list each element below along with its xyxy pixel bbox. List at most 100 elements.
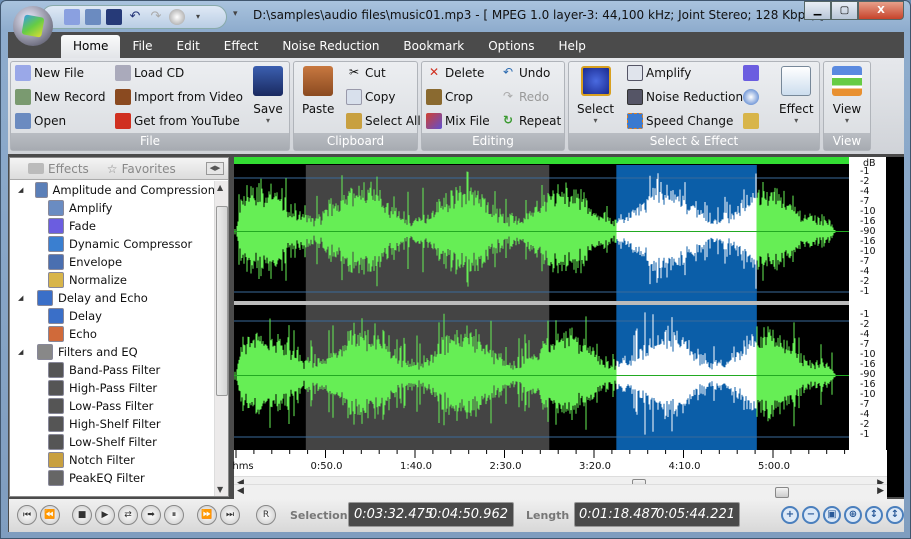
tab-bookmark[interactable]: Bookmark (391, 35, 476, 59)
tree-item[interactable]: Dynamic Compressor (10, 235, 215, 253)
tree-item[interactable]: Envelope (10, 253, 215, 271)
transport-button[interactable]: ⏩ (197, 505, 217, 525)
qat-dropdown-icon[interactable]: ▾ (190, 9, 206, 25)
maximize-button[interactable]: ▢ (831, 1, 858, 20)
tab-options[interactable]: Options (476, 35, 546, 59)
repeat-button[interactable]: ↻ Repeat (500, 112, 561, 130)
cut-button[interactable]: ✂ Cut (346, 64, 421, 82)
transport-button[interactable]: ⏸ (164, 505, 184, 525)
collapse-icon[interactable]: ◢ (18, 348, 27, 356)
tree-item[interactable]: Low-Shelf Filter (10, 433, 215, 451)
transport-button[interactable]: ▶ (95, 505, 115, 525)
select-all-button[interactable]: Select All (346, 112, 421, 130)
fade-button[interactable] (743, 64, 762, 82)
mix-file-button[interactable]: Mix File (426, 112, 490, 130)
select-button[interactable]: Select ▾ (577, 66, 614, 125)
noise-reduction-button[interactable]: Noise Reduction (627, 88, 743, 106)
scroll-up-icon[interactable]: ▲ (217, 183, 223, 192)
new-file-icon[interactable] (64, 9, 80, 25)
tab-noise-reduction[interactable]: Noise Reduction (270, 35, 391, 59)
crop-button[interactable]: Crop (426, 88, 490, 106)
transport-button[interactable]: ⇄ (118, 505, 138, 525)
tree-item[interactable]: High-Pass Filter (10, 379, 215, 397)
zoom-button[interactable]: − (802, 506, 820, 524)
effects-tab[interactable]: Effects (28, 162, 89, 176)
tree-item[interactable]: Low-Pass Filter (10, 397, 215, 415)
scroll-down-icon[interactable]: ▼ (217, 485, 223, 494)
delete-button[interactable]: ✕ Delete (426, 64, 490, 82)
tab-home[interactable]: Home (61, 35, 121, 59)
zoom-button[interactable]: ⊕ (844, 506, 862, 524)
transport-button[interactable]: ⏮ (17, 505, 37, 525)
customize-icon[interactable]: ▾ (233, 9, 238, 19)
import-video-button[interactable]: Import from Video (115, 88, 243, 106)
tree-category[interactable]: ◢ Delay and Echo (10, 289, 215, 307)
get-youtube-button[interactable]: Get from YouTube (115, 112, 243, 130)
transport-button[interactable]: ⏭ (220, 505, 240, 525)
app-menu-button[interactable] (13, 6, 53, 46)
effect-button[interactable]: Effect ▾ (779, 66, 814, 125)
zoom-scrollbar[interactable]: ◀ ▶ (234, 484, 887, 499)
paste-button[interactable]: Paste (302, 66, 334, 116)
amplify-button[interactable]: Amplify (627, 64, 743, 82)
transport-button[interactable]: ⏪ (40, 505, 60, 525)
tree-item[interactable]: Fade (10, 217, 215, 235)
tab-effect[interactable]: Effect (212, 35, 271, 59)
open-button[interactable]: Open (15, 112, 105, 130)
scroll-thumb[interactable] (216, 206, 228, 396)
tree-category[interactable]: ◢ Filters and EQ (10, 343, 215, 361)
length-display[interactable]: 0:01:18.487 0:05:44.221 (574, 502, 740, 527)
save-icon[interactable] (106, 9, 122, 25)
cd-icon[interactable] (169, 9, 185, 25)
zoom-button[interactable]: ▣ (823, 506, 841, 524)
tab-help[interactable]: Help (547, 35, 598, 59)
scroll-left-icon[interactable]: ◀ (237, 486, 244, 496)
normalize-button[interactable] (743, 112, 762, 130)
zoom-button[interactable]: + (781, 506, 799, 524)
tree-item[interactable]: PeakEQ Filter (10, 469, 215, 487)
tree-item[interactable]: Band-Pass Filter (10, 361, 215, 379)
tree-item[interactable]: High-Shelf Filter (10, 415, 215, 433)
tab-edit[interactable]: Edit (165, 35, 212, 59)
selection-display[interactable]: 0:03:32.475 0:04:50.962 (348, 502, 514, 527)
copy-button[interactable]: Copy (346, 88, 421, 106)
open-icon[interactable] (85, 9, 101, 25)
waveform-area[interactable] (234, 157, 904, 497)
tab-file[interactable]: File (120, 35, 164, 59)
favorites-tab[interactable]: ☆ Favorites (107, 162, 176, 176)
transport-button[interactable]: R (256, 505, 276, 525)
undo-icon[interactable]: ↶ (127, 9, 143, 25)
load-cd-button[interactable]: Load CD (115, 64, 243, 82)
zoom-button[interactable]: ↕ (865, 506, 883, 524)
tree-scrollbar[interactable]: ▲ ▼ (214, 181, 228, 496)
tree-category[interactable]: ◢ Amplitude and Compression (10, 181, 215, 199)
collapse-icon[interactable]: ◢ (18, 186, 25, 194)
panel-nav-button[interactable]: ◀▶ (206, 162, 224, 175)
redo-button[interactable]: ↷ Redo (500, 88, 561, 106)
tree-item[interactable]: Echo (10, 325, 215, 343)
save-button[interactable]: Save ▾ (253, 66, 283, 125)
collapse-icon[interactable]: ◢ (18, 294, 27, 302)
scroll-right-icon[interactable]: ▶ (877, 486, 884, 496)
transport-button[interactable]: ■ (72, 505, 92, 525)
undo-button[interactable]: ↶ Undo (500, 64, 561, 82)
close-button[interactable]: X (858, 1, 904, 20)
zoom-button[interactable]: ↕ (886, 506, 904, 524)
new-file-button[interactable]: New File (15, 64, 105, 82)
new-record-button[interactable]: New Record (15, 88, 105, 106)
ribbon: New File New Record Open Load CD Import … (8, 58, 904, 154)
scroll-thumb[interactable] (775, 487, 789, 498)
view-button[interactable]: View ▾ (832, 66, 862, 125)
tree-item[interactable]: Normalize (10, 271, 215, 289)
delay-button[interactable] (743, 88, 762, 106)
minimize-button[interactable]: ▁ (804, 1, 831, 20)
effect-icon (48, 416, 64, 432)
quick-access-toolbar: ↶ ↷ ▾ (41, 5, 227, 29)
transport-button[interactable]: ➡ (141, 505, 161, 525)
tree-item[interactable]: Amplify (10, 199, 215, 217)
redo-icon[interactable]: ↷ (148, 9, 164, 25)
waveform-canvas[interactable] (234, 157, 904, 450)
tree-item[interactable]: Notch Filter (10, 451, 215, 469)
speed-change-button[interactable]: Speed Change (627, 112, 743, 130)
tree-item[interactable]: Delay (10, 307, 215, 325)
